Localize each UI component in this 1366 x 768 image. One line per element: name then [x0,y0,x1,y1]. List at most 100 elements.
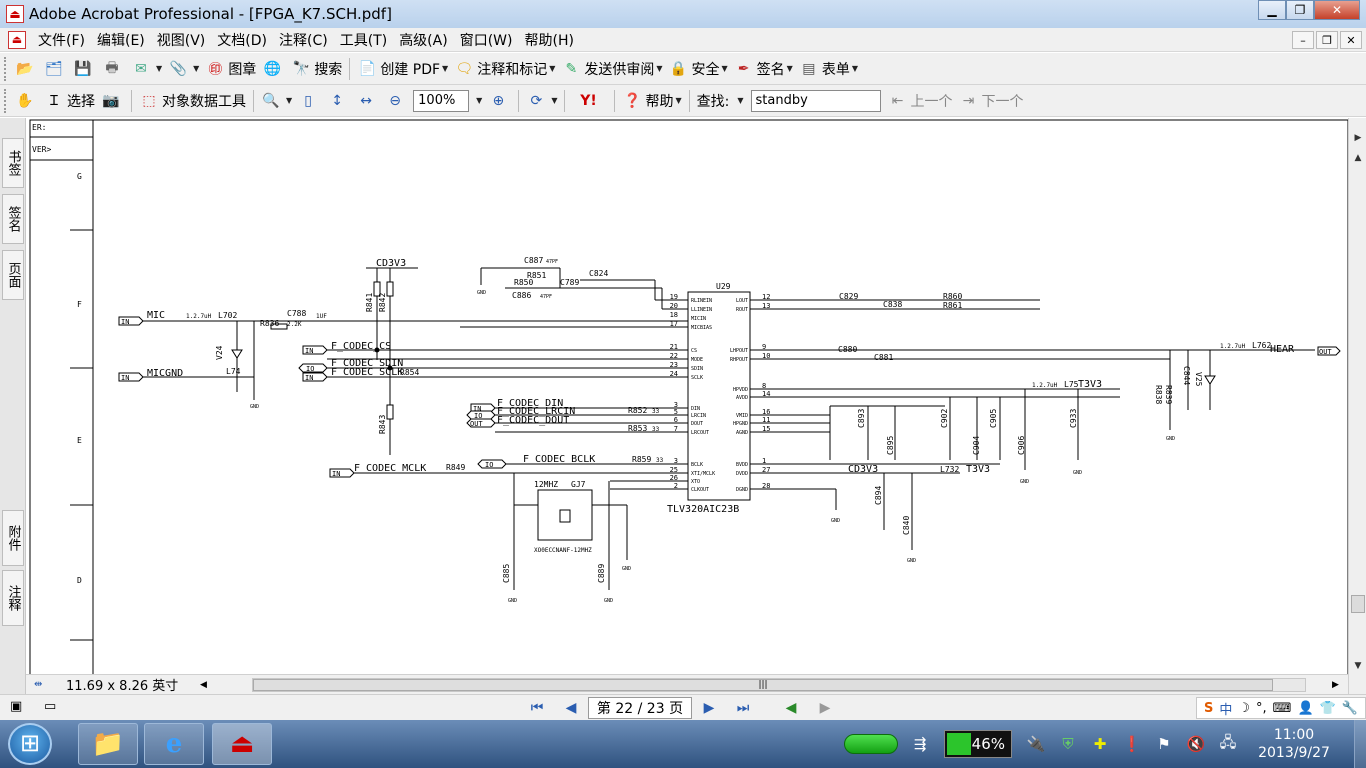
shirt-icon[interactable]: 👕 [1320,701,1336,716]
start-button[interactable] [8,723,52,765]
zoom-in-button[interactable]: ⊕ [485,88,514,114]
last-page-button[interactable]: ⏭ [733,698,753,718]
fit-page-button[interactable]: ↕ [324,88,353,114]
menu-file[interactable]: 文件(F) [32,30,91,50]
close-button[interactable]: ✕ [1314,0,1360,20]
security-plus-icon[interactable]: ✚ [1089,733,1111,755]
attachments-tab[interactable]: 附件 [2,510,24,566]
panel-option-icon[interactable]: ▭ [44,699,56,714]
object-data-tool-button[interactable]: ⬚ 对象数据工具 [136,88,249,114]
document-icon[interactable]: ⏏ [8,30,26,49]
power-plug-icon[interactable]: 🔌 [1025,733,1047,755]
fit-width-button[interactable]: ↔ [353,88,382,114]
keyboard-icon[interactable]: ⌨ [1273,701,1292,716]
comment-markup-button[interactable]: 🗨 注释和标记 ▼ [451,56,558,82]
flag-icon[interactable]: ⚑ [1153,733,1175,755]
toolbar-grip[interactable] [4,56,8,81]
vertical-scroll-thumb[interactable] [1351,595,1365,613]
doc-restore-button[interactable]: ❐ [1316,31,1338,49]
actual-size-button[interactable]: ▯ [295,88,324,114]
send-review-button[interactable]: ✎ 发送供审阅 ▼ [558,56,665,82]
menu-advanced[interactable]: 高级(A) [393,30,454,50]
select-tool-button[interactable]: Ɪ 选择 [41,88,98,114]
previous-page-button[interactable]: ◀ [561,698,581,718]
snapshot-button[interactable]: 📷 [98,88,127,114]
menu-window[interactable]: 窗口(W) [454,30,519,50]
horizontal-scroll-thumb[interactable]: ||| [253,679,1273,691]
volume-muted-icon[interactable]: 🔇 [1185,733,1207,755]
minimize-button[interactable]: ▁ [1258,0,1286,20]
open-button[interactable]: 📂 [12,56,41,82]
find-next-button[interactable]: ⇥ 下一个 [956,88,1027,114]
taskbar-acrobat[interactable]: ⏏ [212,723,272,765]
network-icon[interactable]: ⇶ [909,733,931,755]
menu-help[interactable]: 帮助(H) [518,30,579,50]
vertical-scrollbar[interactable]: ▶ ▲ ▼ [1348,118,1366,694]
network-status-indicator[interactable] [844,734,898,754]
doc-minimize-button[interactable]: – [1292,31,1314,49]
search-button[interactable]: 🔭 搜索 [288,56,345,82]
sign-button[interactable]: ✒ 签名 ▼ [731,56,796,82]
doc-close-button[interactable]: ✕ [1340,31,1362,49]
zoom-level-input[interactable]: 100% [413,89,470,112]
clock[interactable]: 11:00 2013/9/27 [1244,726,1344,762]
email-button[interactable]: ✉ ▼ [128,56,165,82]
menu-comments[interactable]: 注释(C) [273,30,334,50]
panel-toggle-icon[interactable]: ▣ [10,699,22,714]
print-button[interactable]: 🖶 [99,56,128,82]
signatures-tab[interactable]: 签名 [2,194,24,244]
moon-icon[interactable]: ☽ [1238,701,1250,716]
bookmarks-tab[interactable]: 书签 [2,138,24,188]
maximize-button[interactable]: ❐ [1286,0,1314,20]
pages-tab[interactable]: 页面 [2,250,24,300]
menu-tools[interactable]: 工具(T) [334,30,393,50]
find-previous-button[interactable]: ⇤ 上一个 [885,88,956,114]
alert-icon[interactable]: ❗ [1121,733,1143,755]
document-view[interactable]: ER: VER> G F E D U29 TLV320AIC23B 19 RLIN… [26,118,1348,674]
user-icon[interactable]: 👤 [1297,701,1313,716]
punctuation-icon[interactable]: °, [1256,701,1267,716]
show-desktop-button[interactable] [1354,720,1366,768]
shield-icon[interactable]: ⛨ [1057,733,1079,755]
scroll-right-icon[interactable]: ▶ [1332,680,1339,690]
sogou-icon[interactable]: S [1204,701,1213,716]
go-back-button[interactable]: ◀ [781,698,801,718]
security-button[interactable]: 🔒 安全 ▼ [666,56,731,82]
help-button[interactable]: ❓ 帮助 ▼ [619,88,684,114]
scroll-up-icon[interactable]: ▲ [1349,150,1366,166]
yahoo-button[interactable]: Y! [569,88,610,114]
go-forward-button[interactable]: ▶ [815,698,835,718]
menu-view[interactable]: 视图(V) [151,30,212,50]
battery-indicator[interactable]: 46% [944,730,1012,758]
zoom-dropdown[interactable]: ▼ [471,88,485,114]
find-input[interactable]: standby [750,89,881,112]
page-number-input[interactable]: 第 22 / 23 页 [588,697,692,719]
ime-mode[interactable]: 中 [1219,699,1232,718]
taskbar-ie[interactable]: e [144,723,204,765]
taskbar-explorer[interactable]: 📁 [78,723,138,765]
horizontal-scrollbar[interactable]: ||| [252,678,1306,692]
page-expand-icon[interactable]: ⇹ [34,679,42,690]
wrench-icon[interactable]: 🔧 [1342,701,1358,716]
menu-document[interactable]: 文档(D) [211,30,273,50]
zoom-out-button[interactable]: ⊖ [382,88,411,114]
forms-button[interactable]: ▤ 表单 ▼ [796,56,861,82]
scroll-right-icon[interactable]: ▶ [1349,130,1366,146]
network-connection-icon[interactable]: 🖧 [1217,733,1239,755]
toolbar-grip[interactable] [4,88,8,113]
attach-button[interactable]: 📎 ▼ [165,56,202,82]
zoom-in-tool-button[interactable]: 🔍 ▼ [258,88,295,114]
menu-edit[interactable]: 编辑(E) [91,30,151,50]
hand-tool-button[interactable]: ✋ [12,88,41,114]
comments-tab[interactable]: 注释 [2,570,24,626]
next-page-button[interactable]: ▶ [699,698,719,718]
create-pdf-button[interactable]: 📄 创建 PDF ▼ [354,56,451,82]
stamp-button[interactable]: ㊞图章 [202,56,259,82]
first-page-button[interactable]: ⏮ [527,698,547,718]
scroll-left-icon[interactable]: ◀ [200,680,207,690]
globe-button[interactable]: 🌐 [259,56,288,82]
rotate-view-button[interactable]: ⟳ ▼ [523,88,560,114]
find-options-dropdown[interactable]: ▼ [732,88,746,114]
save-button[interactable]: 💾 [70,56,99,82]
organizer-button[interactable]: 🗂 [41,56,70,82]
